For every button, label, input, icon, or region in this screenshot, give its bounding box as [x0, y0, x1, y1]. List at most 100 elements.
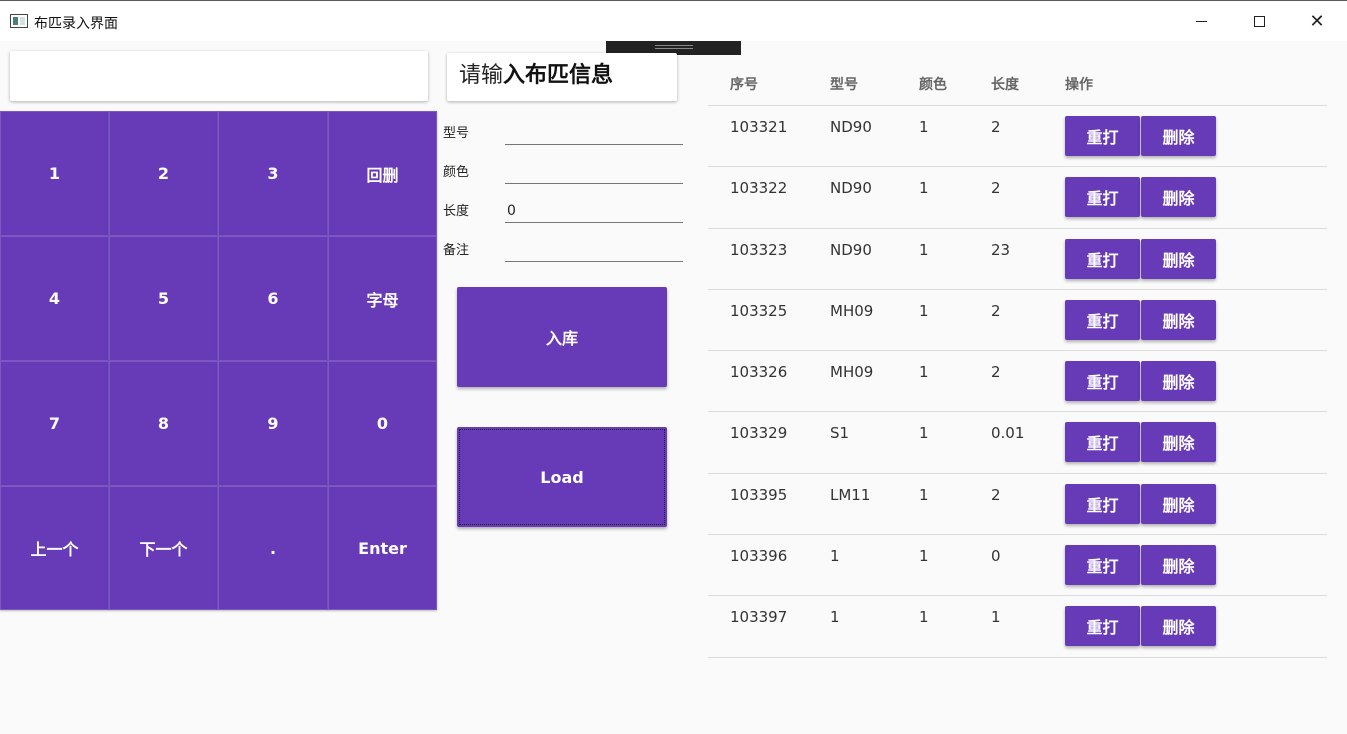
key-backspace[interactable]: 回删: [328, 111, 437, 236]
delete-button[interactable]: 删除: [1141, 116, 1216, 156]
model-field[interactable]: [505, 113, 683, 145]
reprint-button[interactable]: 重打: [1065, 545, 1140, 586]
cell-length: 0: [991, 547, 1001, 566]
cell-color: 1: [919, 424, 929, 443]
maximize-button[interactable]: [1230, 2, 1288, 41]
key-2[interactable]: 2: [109, 111, 218, 236]
table-body: 103321 ND90 1 2 重打 删除 103322 ND90 1 2 重打 删除 103323 ND…: [708, 106, 1327, 658]
header-model: 型号: [830, 77, 858, 93]
cell-length: 1: [991, 608, 1001, 627]
load-button[interactable]: Load: [457, 427, 667, 527]
cell-model: ND90: [830, 179, 872, 198]
key-8[interactable]: 8: [109, 361, 218, 486]
color-field[interactable]: [505, 152, 683, 184]
cell-model: MH09: [830, 301, 874, 320]
cell-length: 0.01: [991, 424, 1025, 443]
table-row: 103396 1 1 0 重打 删除: [708, 535, 1327, 597]
reprint-button[interactable]: 重打: [1065, 606, 1140, 647]
cell-color: 1: [919, 240, 929, 259]
table-header: 序号 型号 颜色 长度 操作: [708, 63, 1327, 106]
maximize-icon: [1253, 16, 1265, 27]
key-6[interactable]: 6: [218, 236, 328, 361]
minimize-button[interactable]: [1172, 2, 1230, 41]
model-row: 型号: [443, 113, 683, 152]
cell-color: 1: [919, 118, 929, 136]
delete-button[interactable]: 删除: [1141, 606, 1216, 647]
table-row: 103325 MH09 1 2 重打 删除: [708, 290, 1327, 352]
input-display[interactable]: [10, 51, 428, 101]
key-1[interactable]: 1: [0, 111, 109, 236]
prompt-normal-text: 请输: [459, 63, 504, 88]
key-5[interactable]: 5: [109, 236, 218, 361]
length-field[interactable]: 0: [505, 191, 683, 223]
note-label: 备注: [443, 243, 470, 258]
key-7[interactable]: 7: [0, 361, 109, 486]
title-bar[interactable]: 布匹录入界面 ✕: [0, 2, 1347, 41]
model-label: 型号: [443, 126, 470, 141]
key-letters[interactable]: 字母: [328, 236, 437, 361]
delete-button[interactable]: 删除: [1141, 177, 1216, 218]
reprint-button[interactable]: 重打: [1065, 422, 1140, 463]
key-4[interactable]: 4: [0, 236, 109, 361]
reprint-button[interactable]: 重打: [1065, 238, 1140, 279]
cell-id: 103329: [730, 424, 788, 443]
cell-model: 1: [830, 547, 840, 566]
cell-model: LM11: [830, 485, 871, 504]
cell-id: 103323: [730, 240, 788, 259]
delete-button[interactable]: 删除: [1141, 299, 1216, 340]
table-row: 103322 ND90 1 2 重打 删除: [708, 167, 1327, 229]
store-button[interactable]: 入库: [457, 287, 667, 387]
cell-color: 1: [919, 485, 929, 504]
cell-length: 2: [991, 118, 1001, 136]
prompt-bold-text: 入布匹信息: [503, 63, 614, 88]
entry-form: 型号 颜色 长度 0 备注: [443, 113, 683, 269]
delete-button[interactable]: 删除: [1141, 483, 1216, 524]
key-9[interactable]: 9: [218, 361, 328, 486]
key-3[interactable]: 3: [218, 111, 328, 236]
records-table: 序号 型号 颜色 长度 操作 103321 ND90 1 2 重打 删除 103322 ND9…: [708, 63, 1327, 658]
cell-id: 103397: [730, 608, 788, 627]
reprint-button[interactable]: 重打: [1065, 299, 1140, 340]
reprint-button[interactable]: 重打: [1065, 177, 1140, 218]
color-label: 颜色: [443, 165, 470, 180]
cell-model: S1: [830, 424, 850, 443]
cell-id: 103396: [730, 547, 788, 566]
cell-color: 1: [919, 179, 929, 198]
key-next[interactable]: 下一个: [109, 486, 218, 610]
table-row: 103321 ND90 1 2 重打 删除: [708, 106, 1327, 168]
cell-color: 1: [919, 547, 929, 566]
cell-model: ND90: [830, 240, 872, 259]
grip-icon: [655, 45, 693, 49]
keypad: 1 2 3 回删 4 5 6 字母 7 8 9 0 上一个 下一个 . Ente…: [0, 111, 437, 610]
cell-length: 2: [991, 485, 1001, 504]
table-row: 103395 LM11 1 2 重打 删除: [708, 474, 1327, 536]
delete-button[interactable]: 删除: [1141, 361, 1216, 402]
key-previous[interactable]: 上一个: [0, 486, 109, 610]
close-button[interactable]: ✕: [1288, 2, 1346, 41]
app-window: 布匹录入界面 ✕ 请输入布匹信息 1 2 3 回删 4 5 6 字母 7 8 9…: [0, 0, 1347, 734]
close-icon: ✕: [1309, 11, 1325, 32]
cell-length: 2: [991, 301, 1001, 320]
app-icon: [10, 14, 28, 28]
cell-id: 103322: [730, 179, 788, 198]
cell-color: 1: [919, 363, 929, 382]
cell-length: 2: [991, 179, 1001, 198]
table-row: 103326 MH09 1 2 重打 删除: [708, 351, 1327, 413]
delete-button[interactable]: 删除: [1141, 545, 1216, 586]
key-enter[interactable]: Enter: [328, 486, 437, 610]
minimize-icon: [1195, 21, 1207, 22]
delete-button[interactable]: 删除: [1141, 422, 1216, 463]
note-field[interactable]: [505, 230, 683, 262]
key-0[interactable]: 0: [328, 361, 437, 486]
reprint-button[interactable]: 重打: [1065, 116, 1140, 156]
length-label: 长度: [443, 204, 470, 219]
cell-id: 103325: [730, 301, 788, 320]
note-row: 备注: [443, 230, 683, 269]
reprint-button[interactable]: 重打: [1065, 361, 1140, 402]
window-title: 布匹录入界面: [34, 16, 118, 32]
delete-button[interactable]: 删除: [1141, 238, 1216, 279]
key-dot[interactable]: .: [218, 486, 328, 610]
reprint-button[interactable]: 重打: [1065, 483, 1140, 524]
cell-color: 1: [919, 301, 929, 320]
header-color: 颜色: [919, 77, 947, 93]
